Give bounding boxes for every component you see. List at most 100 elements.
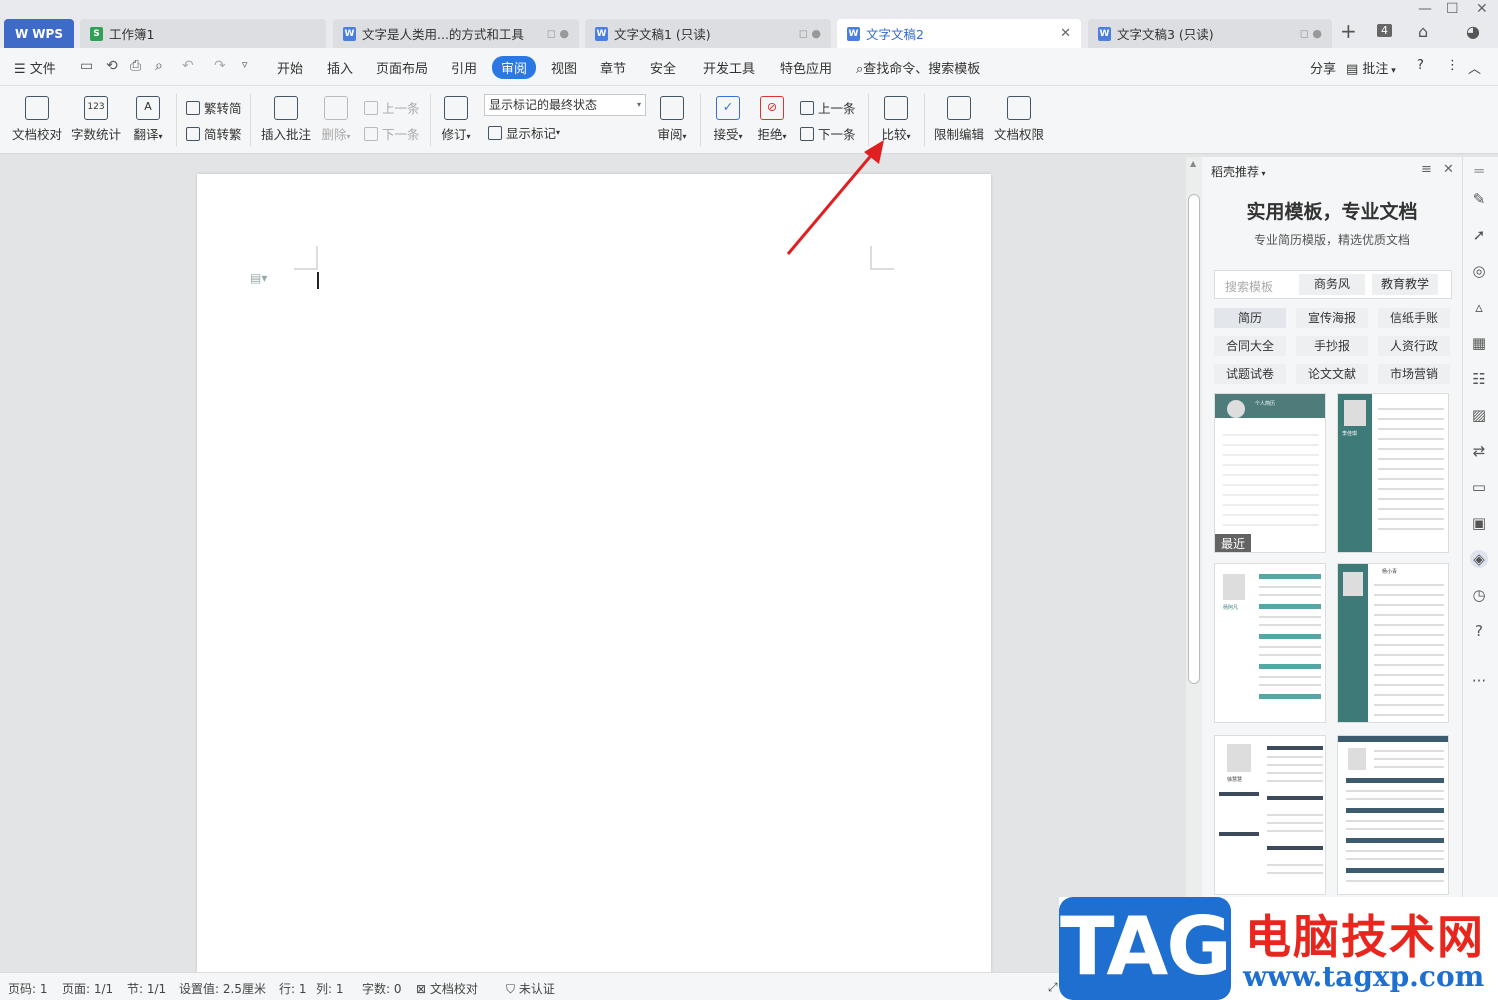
- status-certification[interactable]: ⛉ 未认证: [506, 980, 555, 997]
- file-menu[interactable]: ☰ 文件: [14, 58, 56, 77]
- shapes-icon[interactable]: ◎: [1470, 262, 1488, 280]
- menu-insert[interactable]: 插入: [327, 58, 353, 77]
- menu-security[interactable]: 安全: [650, 58, 676, 77]
- help-button[interactable]: ?: [1417, 58, 1424, 73]
- pen-icon[interactable]: ✎: [1470, 190, 1488, 208]
- chip-poster[interactable]: 宣传海报: [1296, 308, 1368, 328]
- markup-state-select[interactable]: 显示标记的最终状态 ▾: [484, 94, 646, 116]
- trad-to-simp-button[interactable]: 繁转简: [186, 98, 242, 117]
- collapse-ribbon-icon[interactable]: ︿: [1468, 58, 1481, 77]
- template-card-5[interactable]: 徐慧慧: [1214, 735, 1326, 895]
- chip-handcopy[interactable]: 手抄报: [1296, 336, 1368, 356]
- status-column[interactable]: 列: 1: [316, 980, 344, 997]
- image-icon[interactable]: ▣: [1470, 514, 1488, 532]
- close-tab-icon[interactable]: ✕: [1060, 26, 1071, 41]
- window-count-badge[interactable]: 4: [1377, 24, 1392, 37]
- chip-contract[interactable]: 合同大全: [1214, 336, 1286, 356]
- menu-review[interactable]: 审阅: [492, 56, 537, 79]
- panel-menu-icon[interactable]: ≡: [1421, 162, 1432, 177]
- prev-comment-button[interactable]: 上一条: [364, 98, 420, 117]
- chip-marketing[interactable]: 市场营销: [1378, 364, 1450, 384]
- track-changes-button[interactable]: 修订▾: [438, 96, 474, 143]
- tab-document-text[interactable]: W 文字是人类用...的方式和工具 ◻ ●: [333, 19, 579, 48]
- chip-thesis[interactable]: 论文文献: [1296, 364, 1368, 384]
- share-button[interactable]: 分享: [1310, 58, 1336, 77]
- status-word-count[interactable]: 字数: 0: [362, 980, 402, 997]
- menu-references[interactable]: 引用: [451, 58, 477, 77]
- review-pane-button[interactable]: 审阅▾: [654, 96, 690, 143]
- search-tag-education[interactable]: 教育教学: [1372, 274, 1438, 295]
- drag-handle-icon[interactable]: ═: [1470, 162, 1488, 180]
- tab-document3[interactable]: W 文字文稿3 (只读) ◻ ●: [1088, 19, 1332, 48]
- template-card-1[interactable]: 个人简历 最近: [1214, 393, 1326, 553]
- menu-chapter[interactable]: 章节: [600, 58, 626, 77]
- tab-document1[interactable]: W 文字文稿1 (只读) ◻ ●: [585, 19, 831, 48]
- print-preview-icon[interactable]: ⌕: [155, 58, 163, 74]
- translate-button[interactable]: A 翻译▾: [128, 96, 168, 143]
- proofread-button[interactable]: 文档校对: [12, 96, 62, 143]
- wps-home-tab[interactable]: W WPS: [4, 19, 74, 48]
- show-markup-button[interactable]: 显示标记 ▾: [488, 123, 560, 142]
- status-page-number[interactable]: 页码: 1: [8, 980, 48, 997]
- fullscreen-icon[interactable]: ⤢: [1048, 980, 1058, 995]
- settings-sliders-icon[interactable]: ☷: [1470, 370, 1488, 388]
- tab-workbook1[interactable]: S 工作簿1: [80, 19, 326, 48]
- more-menu-icon[interactable]: ⋮: [1446, 58, 1459, 73]
- search-tag-business[interactable]: 商务风: [1299, 274, 1365, 295]
- status-row[interactable]: 行: 1: [279, 980, 307, 997]
- quick-access-dropdown-icon[interactable]: ▿: [242, 58, 248, 71]
- menu-home[interactable]: 开始: [277, 58, 303, 77]
- word-count-button[interactable]: 123 字数统计: [70, 96, 122, 143]
- delete-comment-button[interactable]: 删除▾: [318, 96, 354, 143]
- redo-icon[interactable]: ↷: [214, 58, 226, 74]
- scroll-up-icon[interactable]: ▲: [1190, 159, 1196, 168]
- close-window-icon[interactable]: ✕: [1476, 1, 1488, 17]
- status-setting-value[interactable]: 设置值: 2.5厘米: [179, 980, 266, 997]
- template-card-2[interactable]: 李佳琪: [1337, 393, 1449, 553]
- style-icon[interactable]: ▵: [1470, 298, 1488, 316]
- template-search-input[interactable]: 搜索模板: [1225, 278, 1273, 295]
- status-proofread[interactable]: ⊠ 文档校对: [416, 980, 478, 997]
- menu-special[interactable]: 特色应用: [780, 58, 832, 77]
- new-tab-icon[interactable]: +: [1340, 19, 1357, 43]
- select-cursor-icon[interactable]: ➚: [1470, 226, 1488, 244]
- prev-change-button[interactable]: 上一条: [800, 98, 856, 117]
- menu-developer[interactable]: 开发工具: [703, 58, 755, 77]
- backup-icon[interactable]: ◷: [1470, 586, 1488, 604]
- status-section[interactable]: 节: 1/1: [127, 980, 166, 997]
- status-pages[interactable]: 页面: 1/1: [62, 980, 113, 997]
- panel-header[interactable]: 稻壳推荐 ▾: [1211, 163, 1266, 180]
- minimize-icon[interactable]: —: [1418, 1, 1432, 17]
- table-icon[interactable]: ▦: [1470, 334, 1488, 352]
- more-horizontal-icon[interactable]: ···: [1470, 672, 1488, 690]
- template-card-6[interactable]: [1337, 735, 1449, 895]
- panel-close-icon[interactable]: ✕: [1443, 162, 1454, 177]
- menu-page-layout[interactable]: 页面布局: [376, 58, 428, 77]
- document-page[interactable]: [197, 174, 991, 974]
- undo-icon[interactable]: ↶: [182, 58, 194, 74]
- translate-side-icon[interactable]: ⇄: [1470, 442, 1488, 460]
- save-icon[interactable]: ▭: [80, 58, 93, 74]
- insert-comment-button[interactable]: 插入批注: [258, 96, 314, 143]
- skin-icon[interactable]: ⌂: [1418, 22, 1428, 41]
- template-card-3[interactable]: 杨阿凡: [1214, 563, 1326, 723]
- doc-permission-button[interactable]: 文档权限: [992, 96, 1046, 143]
- print-icon[interactable]: ⎙: [130, 58, 141, 74]
- template-recommend-icon[interactable]: ◈: [1470, 550, 1488, 568]
- annotate-button[interactable]: ▤ 批注 ▾: [1346, 58, 1396, 77]
- maximize-icon[interactable]: ☐: [1446, 1, 1459, 17]
- chip-hr[interactable]: 人资行政: [1378, 336, 1450, 356]
- next-comment-button[interactable]: 下一条: [364, 124, 420, 143]
- user-avatar-icon[interactable]: ◕: [1466, 22, 1480, 41]
- help-circle-icon[interactable]: ?: [1470, 622, 1488, 640]
- paragraph-layout-icon[interactable]: ▤▾: [250, 271, 267, 285]
- gallery-icon[interactable]: ▨: [1470, 406, 1488, 424]
- template-card-4[interactable]: 杨小青: [1337, 563, 1449, 723]
- archive-icon[interactable]: ▭: [1470, 478, 1488, 496]
- chip-letter[interactable]: 信纸手账: [1378, 308, 1450, 328]
- accept-button[interactable]: ✓ 接受▾: [710, 96, 746, 143]
- restrict-editing-button[interactable]: 限制编辑: [932, 96, 986, 143]
- template-search[interactable]: 搜索模板 商务风 教育教学: [1214, 270, 1452, 299]
- simp-to-trad-button[interactable]: 简转繁: [186, 124, 242, 143]
- scrollbar-thumb[interactable]: [1188, 194, 1200, 684]
